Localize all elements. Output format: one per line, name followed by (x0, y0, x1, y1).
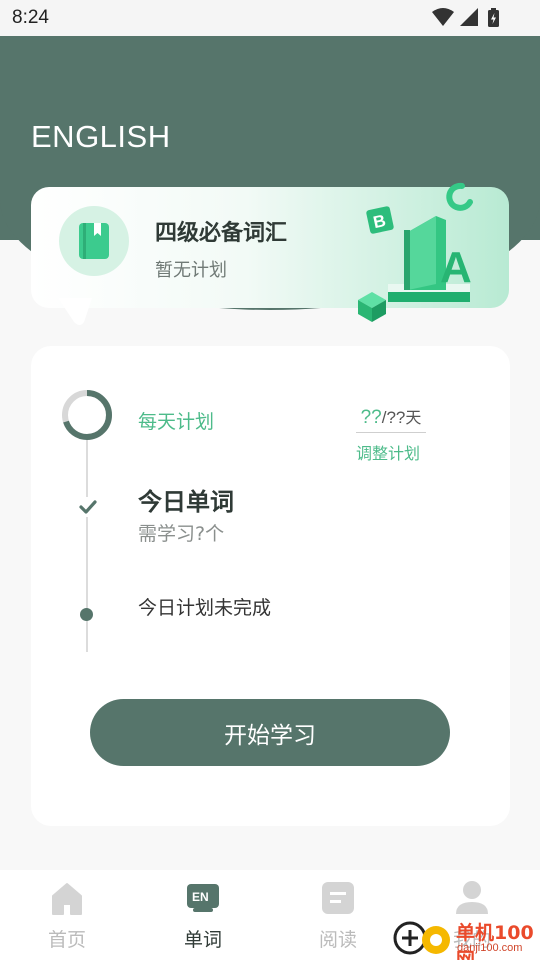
plan-days-unit: 天 (405, 408, 422, 427)
status-icons (432, 8, 499, 27)
book-icon-circle (59, 206, 129, 276)
tab-home[interactable]: 首页 (27, 880, 107, 955)
page-title: ENGLISH (31, 119, 171, 154)
tab-home-label: 首页 (47, 929, 86, 951)
words-to-learn-count: 需学习?个 (138, 523, 225, 545)
wifi-icon (432, 8, 454, 26)
book-icon (79, 223, 109, 259)
today-words-title: 今日单词 (138, 488, 234, 516)
profile-icon (456, 881, 488, 914)
reading-icon (322, 882, 354, 914)
svg-text:A: A (440, 243, 472, 292)
status-time: 8:24 (12, 7, 49, 28)
timeline-dot (80, 608, 93, 621)
tab-reading[interactable]: 阅读 (298, 880, 378, 955)
signal-icon (460, 8, 478, 26)
plan-divider (356, 432, 426, 433)
battery-icon (488, 8, 499, 27)
home-icon (52, 883, 82, 915)
today-plan-status: 今日计划未完成 (138, 597, 272, 619)
daily-plan-label: 每天计划 (138, 411, 215, 433)
plan-days-total: /?? (381, 408, 406, 427)
start-learning-button[interactable]: 开始学习 (90, 699, 450, 766)
en-words-icon: EN (187, 884, 219, 912)
svg-text:EN: EN (192, 890, 209, 904)
tab-words[interactable]: EN 单词 (163, 880, 243, 955)
plan-progress-ring (62, 390, 112, 440)
plan-days-value: ?? (360, 407, 382, 428)
watermark-url: danji100.com (457, 942, 523, 954)
wordbook-title: 四级必备词汇 (155, 221, 288, 246)
check-icon (77, 497, 99, 517)
tab-words-label: 单词 (183, 929, 222, 951)
status-bar: 8:24 (0, 0, 540, 36)
plan-days: ??/??天 (355, 404, 427, 429)
card-tail (58, 298, 92, 325)
books-letters-illustration: B A (358, 182, 473, 322)
wordbook-plan-status: 暂无计划 (155, 260, 227, 281)
adjust-plan-button[interactable]: 调整计划 (356, 440, 420, 464)
tab-reading-label: 阅读 (318, 929, 357, 951)
